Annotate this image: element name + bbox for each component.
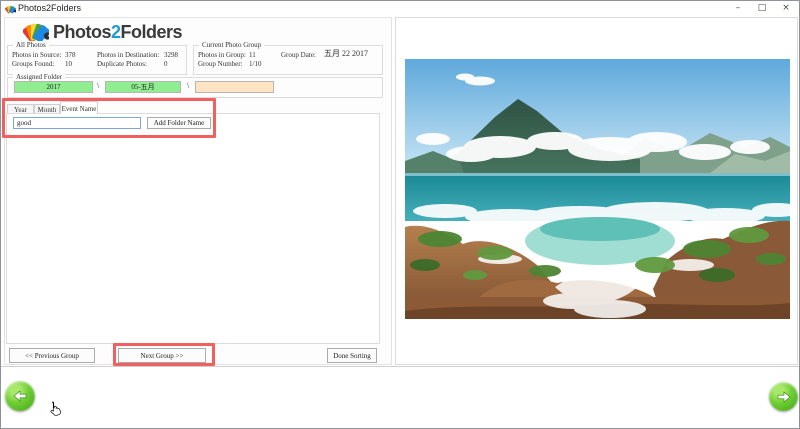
year-folder-field[interactable]: 2017: [14, 81, 93, 93]
app-icon: [5, 4, 16, 14]
path-separator: \: [97, 81, 99, 90]
arrow-right-icon: [777, 391, 791, 403]
duplicate-photos-label: Duplicate Photos:: [97, 60, 147, 68]
path-separator: \: [187, 81, 189, 90]
current-group-title: Current Photo Group: [199, 41, 264, 49]
photos-in-source-value: 378: [65, 51, 76, 59]
logo-text: Photos2Folders: [53, 22, 182, 43]
group-number-value: 1/10: [249, 60, 261, 68]
app-window: Photos2Folders – □ × Photos2Folders All …: [0, 0, 800, 429]
photo-preview-panel: [395, 17, 798, 365]
assigned-folder-title: Assigned Folder: [13, 73, 65, 81]
minimize-button[interactable]: –: [727, 1, 749, 16]
event-name-input[interactable]: [13, 117, 141, 129]
title-bar[interactable]: Photos2Folders – □ ×: [1, 1, 799, 17]
groups-found-value: 10: [65, 60, 72, 68]
photos-in-source-label: Photos in Source:: [12, 51, 61, 59]
current-photo-image[interactable]: [405, 59, 790, 319]
photos-in-group-value: 11: [249, 51, 256, 59]
groups-found-label: Groups Found:: [12, 60, 54, 68]
add-folder-name-button[interactable]: Add Folder Name: [147, 117, 211, 129]
next-group-button[interactable]: Next Group >>: [118, 348, 206, 363]
photos-in-destination-value: 3298: [164, 51, 178, 59]
all-photos-title: All Photos: [13, 41, 49, 49]
arrow-left-icon: [13, 390, 27, 402]
photos-in-destination-label: Photos in Destination:: [97, 51, 159, 59]
tab-page: [6, 113, 380, 344]
group-number-label: Group Number:: [198, 60, 243, 68]
maximize-button[interactable]: □: [751, 1, 773, 16]
duplicate-photos-value: 0: [164, 60, 168, 68]
tab-event-name[interactable]: Event Name: [60, 101, 98, 114]
previous-photo-arrow-button[interactable]: [5, 381, 35, 411]
month-folder-field[interactable]: 05-五月: [105, 81, 181, 93]
window-title: Photos2Folders: [18, 3, 81, 13]
event-folder-field[interactable]: [195, 81, 274, 93]
logo-fan-icon: [23, 21, 49, 43]
close-button[interactable]: ×: [775, 1, 797, 16]
thumbnail-strip-panel: 16194910_1015 4103442726962 390882859419…: [1, 366, 800, 429]
group-date-value: 五月 22 2017: [324, 50, 368, 58]
group-date-label: Group Date:: [281, 51, 316, 59]
done-sorting-button[interactable]: Done Sorting: [327, 348, 377, 363]
photos-in-group-label: Photos in Group:: [198, 51, 246, 59]
previous-group-button[interactable]: << Previous Group: [9, 348, 95, 363]
next-photo-arrow-button[interactable]: [769, 382, 798, 411]
